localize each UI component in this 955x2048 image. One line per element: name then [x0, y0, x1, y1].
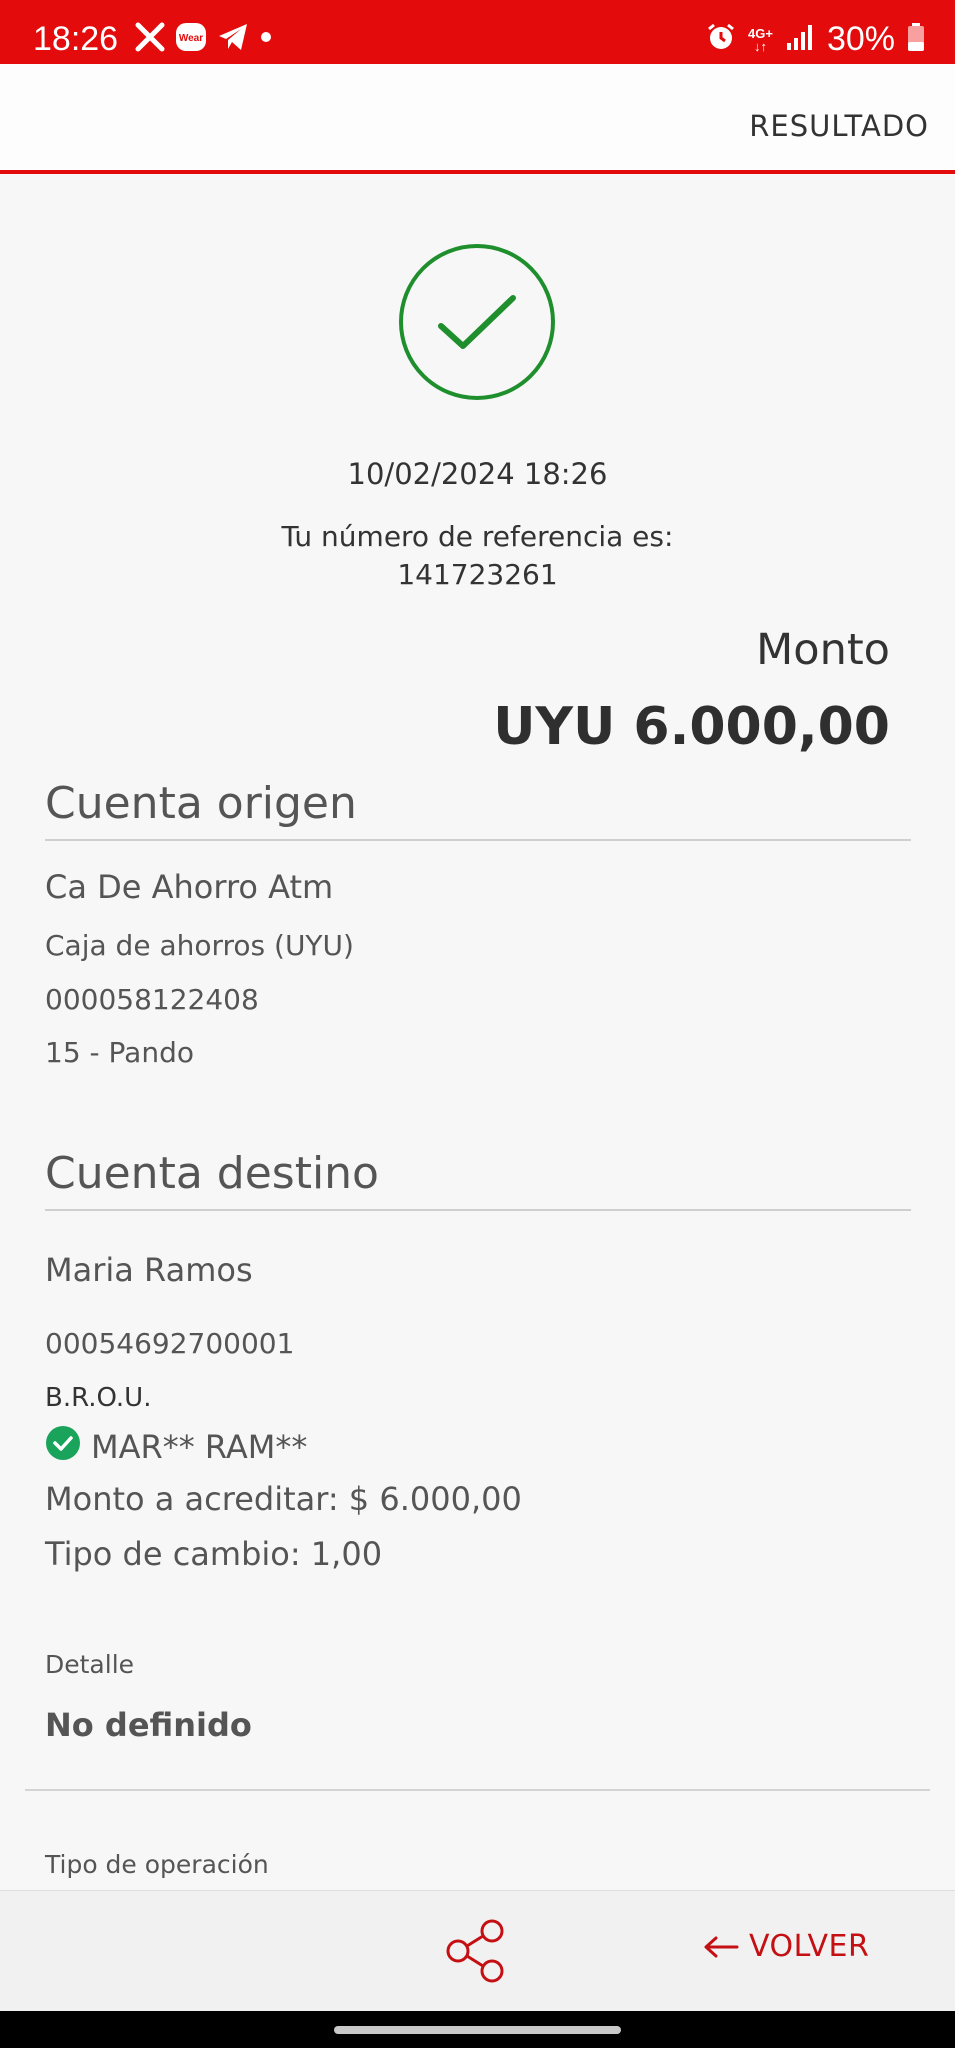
- app-header: RESULTADO: [0, 64, 955, 174]
- destination-bank: B.R.O.U.: [45, 1383, 152, 1413]
- network-4g-icon: 4G+ ↓↑: [748, 25, 773, 54]
- operation-type-label: Tipo de operación: [45, 1850, 269, 1879]
- system-icons: 4G+ ↓↑ 30%: [706, 20, 925, 59]
- system-nav-bar: [0, 2011, 955, 2048]
- origin-section-title: Cuenta origen: [45, 778, 357, 829]
- page-title: RESULTADO: [749, 109, 929, 143]
- notification-icons: Wear: [135, 22, 273, 52]
- bottom-action-bar: VOLVER: [0, 1890, 955, 2011]
- share-icon: [446, 1919, 504, 1983]
- divider: [25, 1789, 930, 1791]
- back-button-label: VOLVER: [749, 1929, 870, 1964]
- origin-account-type: Caja de ahorros (UYU): [45, 929, 354, 962]
- back-button[interactable]: VOLVER: [703, 1929, 869, 1964]
- battery-icon: [907, 22, 925, 57]
- signal-icon: [785, 23, 815, 56]
- destination-holder: Maria Ramos: [45, 1251, 253, 1289]
- verified-name: MAR** RAM**: [91, 1428, 308, 1466]
- verified-holder: MAR** RAM**: [45, 1425, 307, 1469]
- destination-account-number: 00054692700001: [45, 1327, 295, 1360]
- svg-text:Wear: Wear: [179, 33, 203, 44]
- amount-label: Monto: [756, 625, 890, 675]
- detail-label: Detalle: [45, 1650, 135, 1679]
- status-bar: 18:26 Wear 4G+ ↓↑ 30%: [0, 0, 955, 64]
- divider: [45, 1209, 911, 1211]
- x-icon: [135, 22, 165, 52]
- telegram-icon: [217, 22, 249, 52]
- transaction-datetime: 10/02/2024 18:26: [347, 457, 608, 491]
- reference-label: Tu número de referencia es:: [281, 520, 674, 553]
- alarm-icon: [706, 22, 736, 57]
- origin-branch: 15 - Pando: [45, 1036, 194, 1069]
- arrow-left-icon: [704, 1936, 739, 1957]
- divider: [45, 839, 911, 841]
- amount-value: UYU 6.000,00: [493, 697, 890, 757]
- origin-account-number: 000058122408: [45, 983, 259, 1016]
- success-check-icon: [397, 242, 557, 402]
- dot-icon: [259, 30, 273, 44]
- detail-value: No definido: [45, 1706, 252, 1744]
- wear-icon: Wear: [175, 22, 207, 52]
- origin-account-name: Ca De Ahorro Atm: [45, 868, 334, 906]
- battery-percent: 30%: [826, 20, 895, 58]
- exchange-rate: Tipo de cambio: 1,00: [45, 1535, 383, 1573]
- home-gesture-handle[interactable]: [334, 2026, 621, 2034]
- share-button[interactable]: [444, 1918, 512, 1984]
- verified-check-icon: [45, 1425, 81, 1469]
- status-time: 18:26: [33, 20, 119, 58]
- destination-section-title: Cuenta destino: [45, 1148, 379, 1199]
- reference-number: 141723261: [397, 558, 558, 591]
- credit-amount: Monto a acreditar: $ 6.000,00: [45, 1480, 522, 1518]
